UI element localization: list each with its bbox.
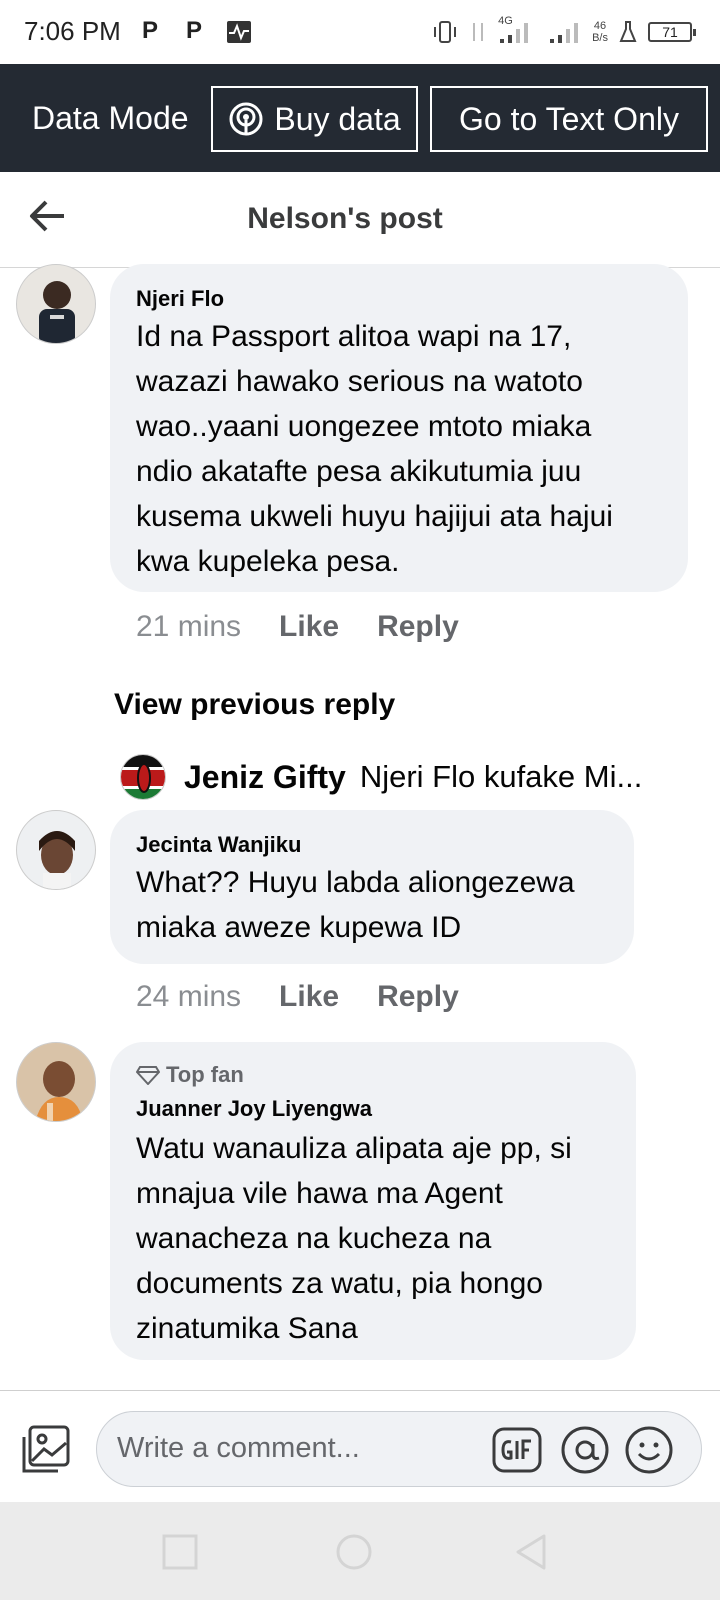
avatar[interactable] (16, 810, 96, 890)
like-button[interactable]: Like (279, 980, 339, 1014)
page-title: Nelson's post (247, 202, 443, 235)
comment-bubble[interactable]: Jecinta Wanjiku What?? Huyu labda aliong… (110, 810, 634, 964)
comment-placeholder: Write a comment... (117, 1432, 360, 1464)
reply-preview[interactable]: Jeniz Gifty Njeri Flo kufake Mi... (120, 752, 642, 802)
top-fan-badge: Top fan (136, 1062, 244, 1088)
commenter-name[interactable]: Juanner Joy Liyengwa (136, 1096, 372, 1122)
diamond-icon (136, 1066, 160, 1085)
comment-meta: 21 mins Like Reply (136, 610, 459, 644)
view-previous-reply-link[interactable]: View previous reply (114, 688, 395, 722)
status-indicators: 4G 46 B/s 71 (432, 15, 696, 48)
commenter-name[interactable]: Njeri Flo (136, 286, 224, 312)
recent-apps-icon[interactable] (160, 1532, 200, 1572)
reply-button[interactable]: Reply (377, 980, 459, 1014)
comment-time: 24 mins (136, 980, 242, 1013)
comment-time: 21 mins (136, 610, 242, 643)
like-button[interactable]: Like (279, 610, 339, 644)
home-icon[interactable] (334, 1532, 374, 1572)
emoji-icon[interactable] (623, 1424, 675, 1476)
comment-text: Id na Passport alitoa wapi na 17, wazazi… (136, 320, 613, 578)
parking-app-icon-2: P (186, 17, 203, 44)
comment-text: What?? Huyu labda aliongezewa miaka awez… (136, 866, 575, 944)
comment-input[interactable]: Write a comment... (96, 1411, 702, 1487)
status-time: 7:06 PM (24, 16, 121, 46)
activity-monitor-icon (227, 21, 251, 43)
comment-meta: 24 mins Like Reply (136, 980, 459, 1014)
signal-4g-icon: 4G (498, 15, 538, 47)
text-only-button[interactable]: Go to Text Only (430, 86, 708, 152)
signal-strength-icon (550, 23, 579, 43)
mention-icon[interactable] (559, 1424, 611, 1476)
data-mode-label: Data Mode (32, 100, 189, 136)
comment-bubble[interactable]: Top fan Juanner Joy Liyengwa Watu wanaul… (110, 1042, 636, 1360)
parking-app-icon: P (142, 17, 159, 44)
back-icon[interactable] (512, 1532, 552, 1572)
network-speed: 46 B/s (592, 20, 608, 44)
reply-author-name: Jeniz Gifty (184, 758, 346, 795)
reply-snippet: Njeri Flo kufake Mi... (359, 759, 643, 794)
system-nav-bar (0, 1502, 720, 1600)
vibrate-icon (434, 21, 457, 43)
commenter-name[interactable]: Jecinta Wanjiku (136, 832, 301, 858)
battery-icon: 71 (648, 22, 696, 42)
avatar[interactable] (120, 754, 166, 800)
data-transfer-icon (473, 23, 484, 41)
buy-data-label: Buy data (274, 100, 401, 137)
reply-button[interactable]: Reply (377, 610, 459, 644)
avatar[interactable] (16, 264, 96, 344)
status-bar: 7:06 PM P P 4G 46 B/s 71 (0, 0, 720, 64)
photo-icon[interactable] (20, 1423, 72, 1475)
comment-composer: Write a comment... (0, 1390, 720, 1502)
broadcast-icon (229, 102, 263, 136)
post-header: Nelson's post (0, 172, 720, 268)
comment-text: Watu wanauliza alipata aje pp, si mnajua… (136, 1132, 572, 1345)
gif-icon[interactable] (491, 1424, 543, 1476)
data-mode-bar: Data Mode Buy data Go to Text Only (0, 64, 720, 172)
buy-data-button[interactable]: Buy data (211, 86, 418, 152)
text-only-label: Go to Text Only (459, 100, 679, 137)
flask-icon (619, 21, 637, 42)
avatar[interactable] (16, 1042, 96, 1122)
comment-bubble[interactable]: Njeri Flo Id na Passport alitoa wapi na … (110, 264, 688, 592)
